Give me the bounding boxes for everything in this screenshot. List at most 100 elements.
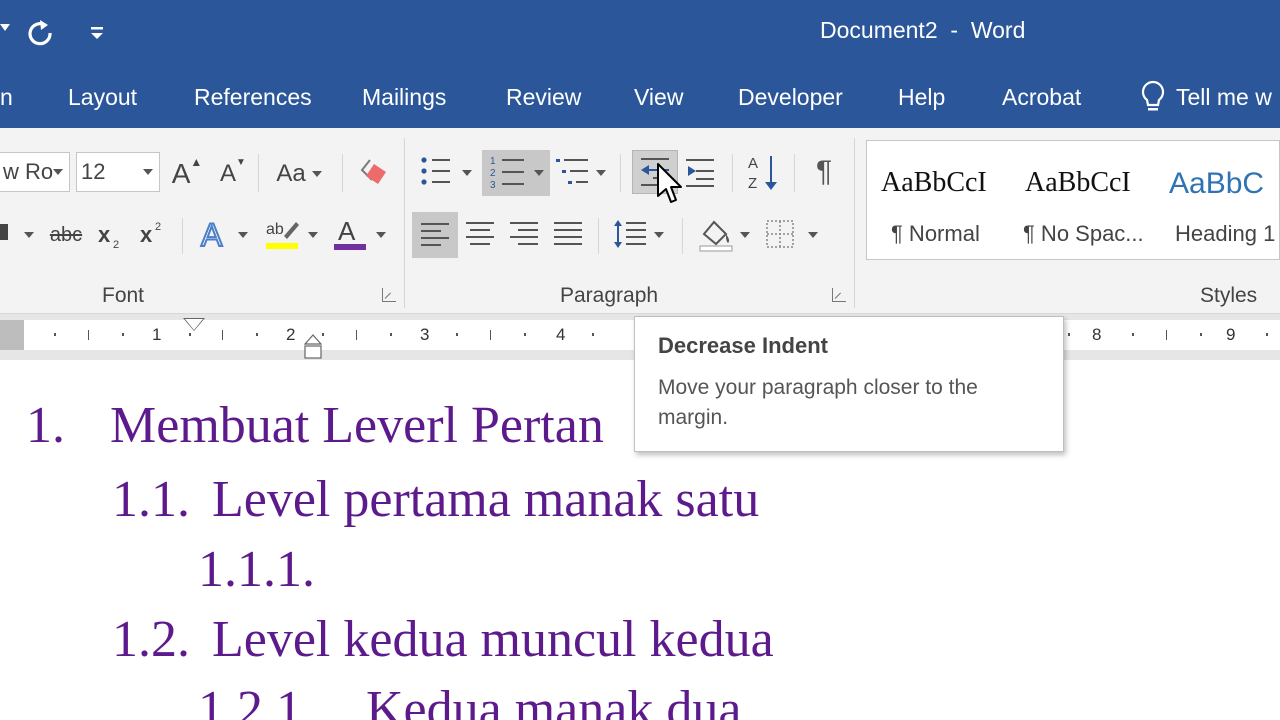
separator xyxy=(732,154,733,192)
customize-quick-access-icon[interactable] xyxy=(86,18,108,46)
decrease-indent-tooltip: Decrease Indent Move your paragraph clos… xyxy=(634,316,1064,452)
svg-text:A: A xyxy=(748,155,758,172)
ruler-tick xyxy=(524,333,526,336)
ruler-tick xyxy=(256,333,258,336)
quick-access-dropdown-icon[interactable] xyxy=(0,24,10,31)
chevron-down-icon xyxy=(534,170,544,176)
change-case-label: Aa xyxy=(276,160,306,187)
align-center-icon[interactable] xyxy=(464,220,496,248)
tab-layout[interactable]: Layout xyxy=(68,84,137,111)
style-name: Heading 1 xyxy=(1175,221,1276,246)
text-effects-icon[interactable]: A xyxy=(198,214,232,254)
redo-icon[interactable] xyxy=(24,16,56,48)
list-item-text[interactable]: Membuat Leverl Pertan xyxy=(110,396,604,455)
shrink-font-label: A xyxy=(220,160,237,187)
numbering-icon: 1 2 3 xyxy=(490,156,524,191)
font-color-icon[interactable]: A xyxy=(332,214,368,254)
underline-icon[interactable] xyxy=(0,220,14,248)
eraser-icon[interactable] xyxy=(356,154,392,192)
increase-indent-icon[interactable] xyxy=(682,154,718,192)
strikethrough-button[interactable]: abc xyxy=(46,218,86,252)
subscript-icon[interactable]: x 2 xyxy=(96,218,126,252)
tab-design[interactable]: n xyxy=(0,84,13,111)
ribbon: w Ro 12 A ▲ A ▼ Aa abc x 2 x 2 A ab A Fo… xyxy=(0,128,1280,314)
group-separator xyxy=(854,138,855,308)
tab-mailings[interactable]: Mailings xyxy=(362,84,446,111)
style-name: ¶ Normal xyxy=(891,221,980,246)
svg-text:3: 3 xyxy=(490,180,496,191)
tab-view[interactable]: View xyxy=(634,84,683,111)
highlighter-icon[interactable]: ab xyxy=(262,214,302,254)
shrink-font-button[interactable]: A ▼ xyxy=(216,154,250,194)
list-number: 1.1.1. xyxy=(198,541,315,598)
chevron-down-icon[interactable] xyxy=(24,232,34,238)
chevron-down-icon xyxy=(311,171,322,177)
list-item-text[interactable]: Level pertama manak satu xyxy=(212,470,759,529)
tab-references[interactable]: References xyxy=(194,84,312,111)
chevron-down-icon[interactable] xyxy=(308,232,318,238)
align-right-icon[interactable] xyxy=(508,220,540,248)
ruler-number: 2 xyxy=(286,325,296,344)
bullets-icon[interactable] xyxy=(418,152,454,192)
hanging-indent-marker[interactable] xyxy=(304,334,322,360)
ruler-number: 8 xyxy=(1092,325,1102,344)
ruler-tick xyxy=(322,333,324,336)
svg-text:2: 2 xyxy=(155,221,161,233)
svg-text:x: x xyxy=(98,222,111,247)
ruler-tick xyxy=(1166,330,1167,340)
list-number: 1.1. xyxy=(112,471,190,528)
font-size-box[interactable]: 12 xyxy=(76,152,160,192)
svg-text:A: A xyxy=(201,217,223,253)
show-marks-pilcrow-icon[interactable]: ¶ xyxy=(806,152,842,192)
chevron-down-icon[interactable] xyxy=(654,232,664,238)
chevron-down-icon[interactable] xyxy=(596,170,606,176)
superscript-icon[interactable]: x 2 xyxy=(138,216,168,250)
first-line-indent-marker[interactable] xyxy=(185,319,203,330)
chevron-down-icon[interactable] xyxy=(808,232,818,238)
numbering-button[interactable]: 1 2 3 xyxy=(482,150,550,196)
chevron-down-icon[interactable] xyxy=(462,170,472,176)
paragraph-group-label: Paragraph xyxy=(560,284,659,307)
grow-font-button[interactable]: A ▲ xyxy=(170,154,204,194)
list-number: 1. xyxy=(26,397,65,454)
paragraph-dialog-launcher-icon[interactable] xyxy=(832,288,846,302)
svg-text:x: x xyxy=(140,222,153,247)
justify-icon[interactable] xyxy=(552,220,584,248)
font-dialog-launcher-icon[interactable] xyxy=(382,288,396,302)
change-case-button[interactable]: Aa xyxy=(268,154,330,194)
ruler-tick xyxy=(222,330,223,340)
tell-me-search[interactable]: Tell me w xyxy=(1176,84,1272,111)
line-spacing-icon[interactable] xyxy=(612,216,648,252)
chevron-down-icon[interactable] xyxy=(53,169,63,175)
tooltip-body: Move your paragraph closer to the margin… xyxy=(658,376,978,429)
ruler-tick xyxy=(122,333,124,336)
style-normal[interactable]: AaBbCcI ¶ Normal xyxy=(867,141,1011,259)
font-size-value: 12 xyxy=(81,159,106,184)
style-heading-1[interactable]: AaBbC Heading 1 xyxy=(1159,141,1280,259)
font-name-box[interactable]: w Ro xyxy=(0,152,70,192)
tab-developer[interactable]: Developer xyxy=(738,84,843,111)
chevron-down-icon[interactable] xyxy=(143,169,153,175)
style-no-spacing[interactable]: AaBbCcI ¶ No Spac... xyxy=(1013,141,1157,259)
chevron-down-icon[interactable] xyxy=(238,232,248,238)
svg-text:2: 2 xyxy=(490,168,496,179)
chevron-down-icon[interactable] xyxy=(740,232,750,238)
tab-acrobat[interactable]: Acrobat xyxy=(1002,84,1081,111)
list-item-text[interactable]: Kedua manak dua xyxy=(366,680,741,720)
align-left-icon xyxy=(421,223,449,246)
tab-help[interactable]: Help xyxy=(898,84,945,111)
lightbulb-icon[interactable] xyxy=(1140,80,1166,114)
align-left-button[interactable] xyxy=(412,212,458,258)
ruler-tick xyxy=(88,330,89,340)
chevron-down-icon[interactable] xyxy=(376,232,386,238)
tab-review[interactable]: Review xyxy=(506,84,581,111)
sort-icon[interactable]: A Z xyxy=(744,150,782,194)
borders-icon[interactable] xyxy=(764,218,796,250)
list-number: 1.2.1. xyxy=(198,681,315,720)
list-item-text[interactable]: Level kedua muncul kedua xyxy=(212,610,774,669)
ruler-tick xyxy=(1068,333,1070,336)
separator xyxy=(598,218,599,254)
multilevel-list-icon[interactable] xyxy=(554,152,592,192)
shading-icon[interactable] xyxy=(696,214,736,254)
ruler-number: 1 xyxy=(152,325,162,344)
